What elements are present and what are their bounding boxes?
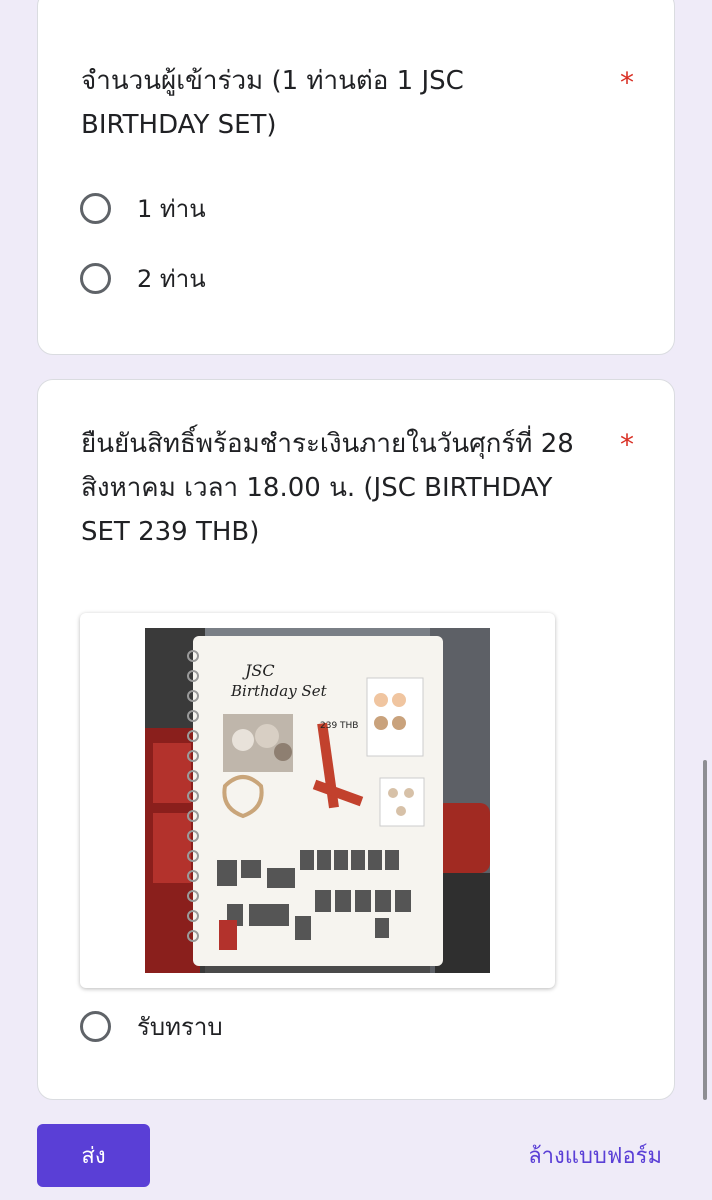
required-asterisk: *: [620, 66, 634, 99]
scrollbar[interactable]: [703, 760, 707, 1100]
svg-text:JSC: JSC: [242, 661, 275, 680]
radio-button[interactable]: [80, 192, 111, 224]
birthday-set-photo: JSC Birthday Set 239 THB: [145, 628, 490, 973]
question-title: ยืนยันสิทธิ์พร้อมชำระเงินภายในวันศุกร์ที…: [81, 429, 574, 547]
question-title: จำนวนผู้เข้าร่วม (1 ท่านต่อ 1 JSC BIRTHD…: [81, 66, 464, 140]
question-card-payment-confirm: ยืนยันสิทธิ์พร้อมชำระเงินภายในวันศุกร์ที…: [37, 379, 675, 1100]
question-image: JSC Birthday Set 239 THB: [80, 613, 555, 988]
submit-button[interactable]: ส่ง: [37, 1124, 150, 1187]
radio-option-label: รับทราบ: [137, 1012, 223, 1041]
required-asterisk: *: [620, 428, 634, 461]
question-card-participants: จำนวนผู้เข้าร่วม (1 ท่านต่อ 1 JSC BIRTHD…: [37, 0, 675, 355]
radio-button[interactable]: [80, 262, 111, 294]
svg-text:239 THB: 239 THB: [320, 721, 358, 731]
form-page: จำนวนผู้เข้าร่วม (1 ท่านต่อ 1 JSC BIRTHD…: [0, 0, 712, 1200]
radio-option-1[interactable]: 1 ท่าน: [80, 188, 206, 228]
radio-option-label: 2 ท่าน: [137, 264, 206, 293]
radio-option-label: 1 ท่าน: [137, 194, 206, 223]
clear-form-link[interactable]: ล้างแบบฟอร์ม: [528, 1138, 662, 1173]
radio-button[interactable]: [80, 1010, 111, 1042]
radio-option-acknowledge[interactable]: รับทราบ: [80, 1006, 223, 1046]
radio-option-2[interactable]: 2 ท่าน: [80, 258, 206, 298]
svg-text:Birthday Set: Birthday Set: [230, 682, 328, 700]
